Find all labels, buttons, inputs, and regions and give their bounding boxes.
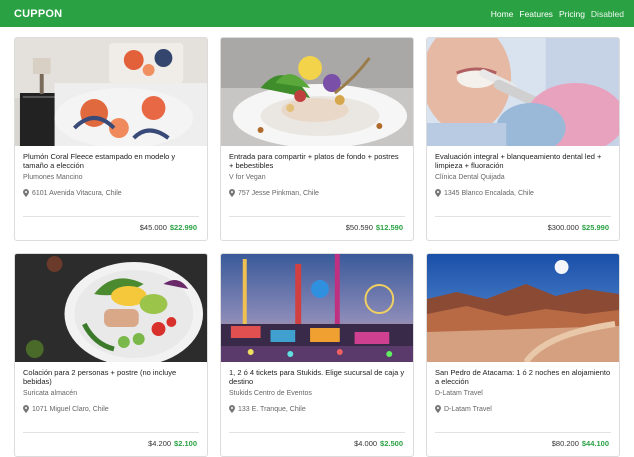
nav-link-home[interactable]: Home: [491, 9, 514, 19]
deal-old-price: $4.200: [148, 439, 172, 448]
deal-image-bedroom[interactable]: [15, 38, 207, 146]
deal-price: $45.000 $22.990: [140, 223, 197, 232]
location-pin-icon: [435, 189, 441, 197]
deal-new-price: $44.100: [581, 439, 609, 448]
deal-old-price: $300.000: [547, 223, 579, 232]
deal-card[interactable]: Evaluación integral + blanqueamiento den…: [426, 37, 620, 241]
deal-card[interactable]: Plumón Coral Fleece estampado en modelo …: [14, 37, 208, 241]
nav-links: Home Features Pricing Disabled: [491, 9, 624, 19]
brand-logo[interactable]: CUPPON: [14, 8, 62, 20]
card-divider: [23, 216, 199, 217]
deal-title[interactable]: Evaluación integral + blanqueamiento den…: [435, 152, 611, 171]
location-pin-icon: [229, 405, 235, 413]
deal-image-plated-dish[interactable]: [221, 38, 413, 146]
deal-title[interactable]: Entrada para compartir + platos de fondo…: [229, 152, 405, 171]
location-pin-icon: [229, 189, 235, 197]
deal-vendor: Clínica Dental Quijada: [435, 174, 505, 181]
deal-old-price: $80.200: [551, 439, 579, 448]
deal-location-text: 757 Jesse Pinkman, Chile: [238, 189, 319, 197]
card-divider: [435, 432, 611, 433]
card-divider: [229, 432, 405, 433]
deal-new-price: $2.500: [380, 439, 403, 448]
deal-vendor: Stukids Centro de Eventos: [229, 390, 312, 397]
deal-location-text: 6101 Avenida Vitacura, Chile: [32, 189, 122, 197]
deal-old-price: $45.000: [139, 223, 167, 232]
deal-price: $4.000 $2.500: [354, 439, 403, 448]
deal-location: 1345 Blanco Encalada, Chile: [435, 189, 611, 197]
deal-location-text: 1345 Blanco Encalada, Chile: [444, 189, 534, 197]
deal-location: 1071 Miguel Claro, Chile: [23, 405, 199, 413]
deal-location: 757 Jesse Pinkman, Chile: [229, 189, 405, 197]
deal-new-price: $22.990: [169, 223, 197, 232]
deal-title[interactable]: 1, 2 ó 4 tickets para Stukids. Elige suc…: [229, 368, 405, 387]
deal-location-text: 133 E. Tranque, Chile: [238, 405, 306, 413]
nav-link-pricing[interactable]: Pricing: [559, 9, 585, 19]
deal-location-text: D-Latam Travel: [444, 405, 492, 413]
deal-image-desert[interactable]: [427, 254, 619, 362]
deal-vendor: D-Latam Travel: [435, 390, 483, 397]
deal-location: D-Latam Travel: [435, 405, 611, 413]
deal-new-price: $12.590: [375, 223, 403, 232]
nav-link-disabled: Disabled: [590, 8, 624, 19]
deal-vendor: Suricata almacén: [23, 390, 78, 397]
deal-title[interactable]: San Pedro de Atacama: 1 ó 2 noches en al…: [435, 368, 611, 387]
deal-price: $300.000 $25.990: [548, 223, 609, 232]
deal-title[interactable]: Colación para 2 personas + postre (no in…: [23, 368, 199, 387]
deal-image-amusement-park[interactable]: [221, 254, 413, 362]
deal-location: 6101 Avenida Vitacura, Chile: [23, 189, 199, 197]
deal-card[interactable]: Entrada para compartir + platos de fondo…: [220, 37, 414, 241]
location-pin-icon: [435, 405, 441, 413]
deal-location: 133 E. Tranque, Chile: [229, 405, 405, 413]
deal-grid: Plumón Coral Fleece estampado en modelo …: [14, 37, 624, 457]
deal-card[interactable]: Colación para 2 personas + postre (no in…: [14, 253, 208, 457]
deal-price: $80.200 $44.100: [552, 439, 609, 448]
deal-new-price: $25.990: [581, 223, 609, 232]
deal-old-price: $4.000: [354, 439, 378, 448]
top-navbar: CUPPON Home Features Pricing Disabled: [0, 0, 634, 27]
deal-new-price: $2.100: [174, 439, 197, 448]
card-divider: [229, 216, 405, 217]
deal-image-dental[interactable]: [427, 38, 619, 146]
deal-price: $50.590 $12.590: [346, 223, 403, 232]
nav-link-features[interactable]: Features: [519, 9, 553, 19]
deal-image-salad-bowl[interactable]: [15, 254, 207, 362]
deal-vendor: Plumones Mancino: [23, 174, 83, 181]
deal-price: $4.200 $2.100: [148, 439, 197, 448]
deal-vendor: V for Vegan: [229, 174, 266, 181]
deal-card[interactable]: San Pedro de Atacama: 1 ó 2 noches en al…: [426, 253, 620, 457]
deal-card[interactable]: 1, 2 ó 4 tickets para Stukids. Elige suc…: [220, 253, 414, 457]
location-pin-icon: [23, 405, 29, 413]
card-divider: [435, 216, 611, 217]
card-divider: [23, 432, 199, 433]
deal-location-text: 1071 Miguel Claro, Chile: [32, 405, 109, 413]
deal-old-price: $50.590: [345, 223, 373, 232]
location-pin-icon: [23, 189, 29, 197]
deal-title[interactable]: Plumón Coral Fleece estampado en modelo …: [23, 152, 199, 171]
